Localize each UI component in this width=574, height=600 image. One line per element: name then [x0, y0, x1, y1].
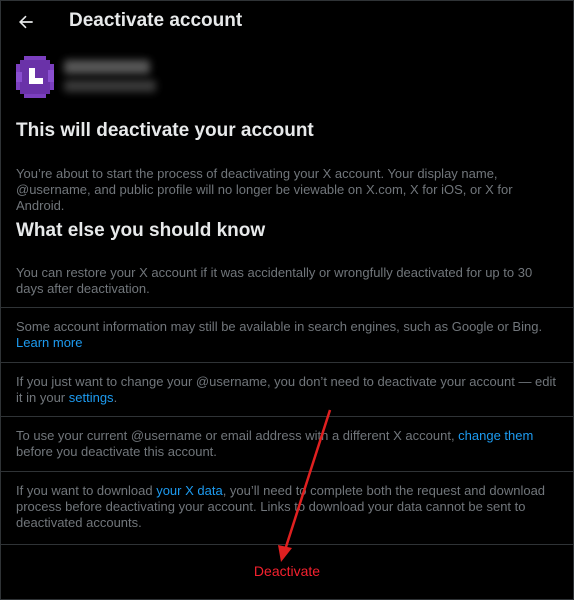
divider: [0, 362, 574, 363]
settings-link[interactable]: settings: [69, 390, 114, 405]
divider: [0, 307, 574, 308]
deactivate-description: You’re about to start the process of dea…: [16, 166, 513, 213]
display-name-redacted: [64, 60, 150, 74]
deactivate-heading: This will deactivate your account: [16, 120, 314, 141]
avatar: [16, 56, 54, 98]
username-redacted: [64, 80, 156, 92]
back-button[interactable]: [14, 10, 38, 34]
arrow-left-icon: [19, 15, 33, 29]
header: Deactivate account: [0, 0, 574, 44]
info-search-engines: Some account information may still be av…: [16, 319, 543, 350]
divider: [0, 416, 574, 417]
your-x-data-link[interactable]: your X data: [156, 483, 223, 498]
info-change-email: To use your current @username or email a…: [16, 428, 534, 459]
info-change-username: If you just want to change your @usernam…: [16, 374, 557, 405]
what-else-heading: What else you should know: [16, 220, 266, 241]
page-title: Deactivate account: [69, 10, 243, 31]
account-summary[interactable]: [16, 56, 556, 106]
divider: [0, 544, 574, 545]
info-download-data: If you want to download your X data, you…: [16, 483, 546, 530]
deactivate-button[interactable]: Deactivate: [0, 563, 574, 579]
learn-more-link[interactable]: Learn more: [16, 335, 82, 350]
info-restore: You can restore your X account if it was…: [16, 265, 533, 296]
change-them-link[interactable]: change them: [458, 428, 533, 443]
divider: [0, 471, 574, 472]
